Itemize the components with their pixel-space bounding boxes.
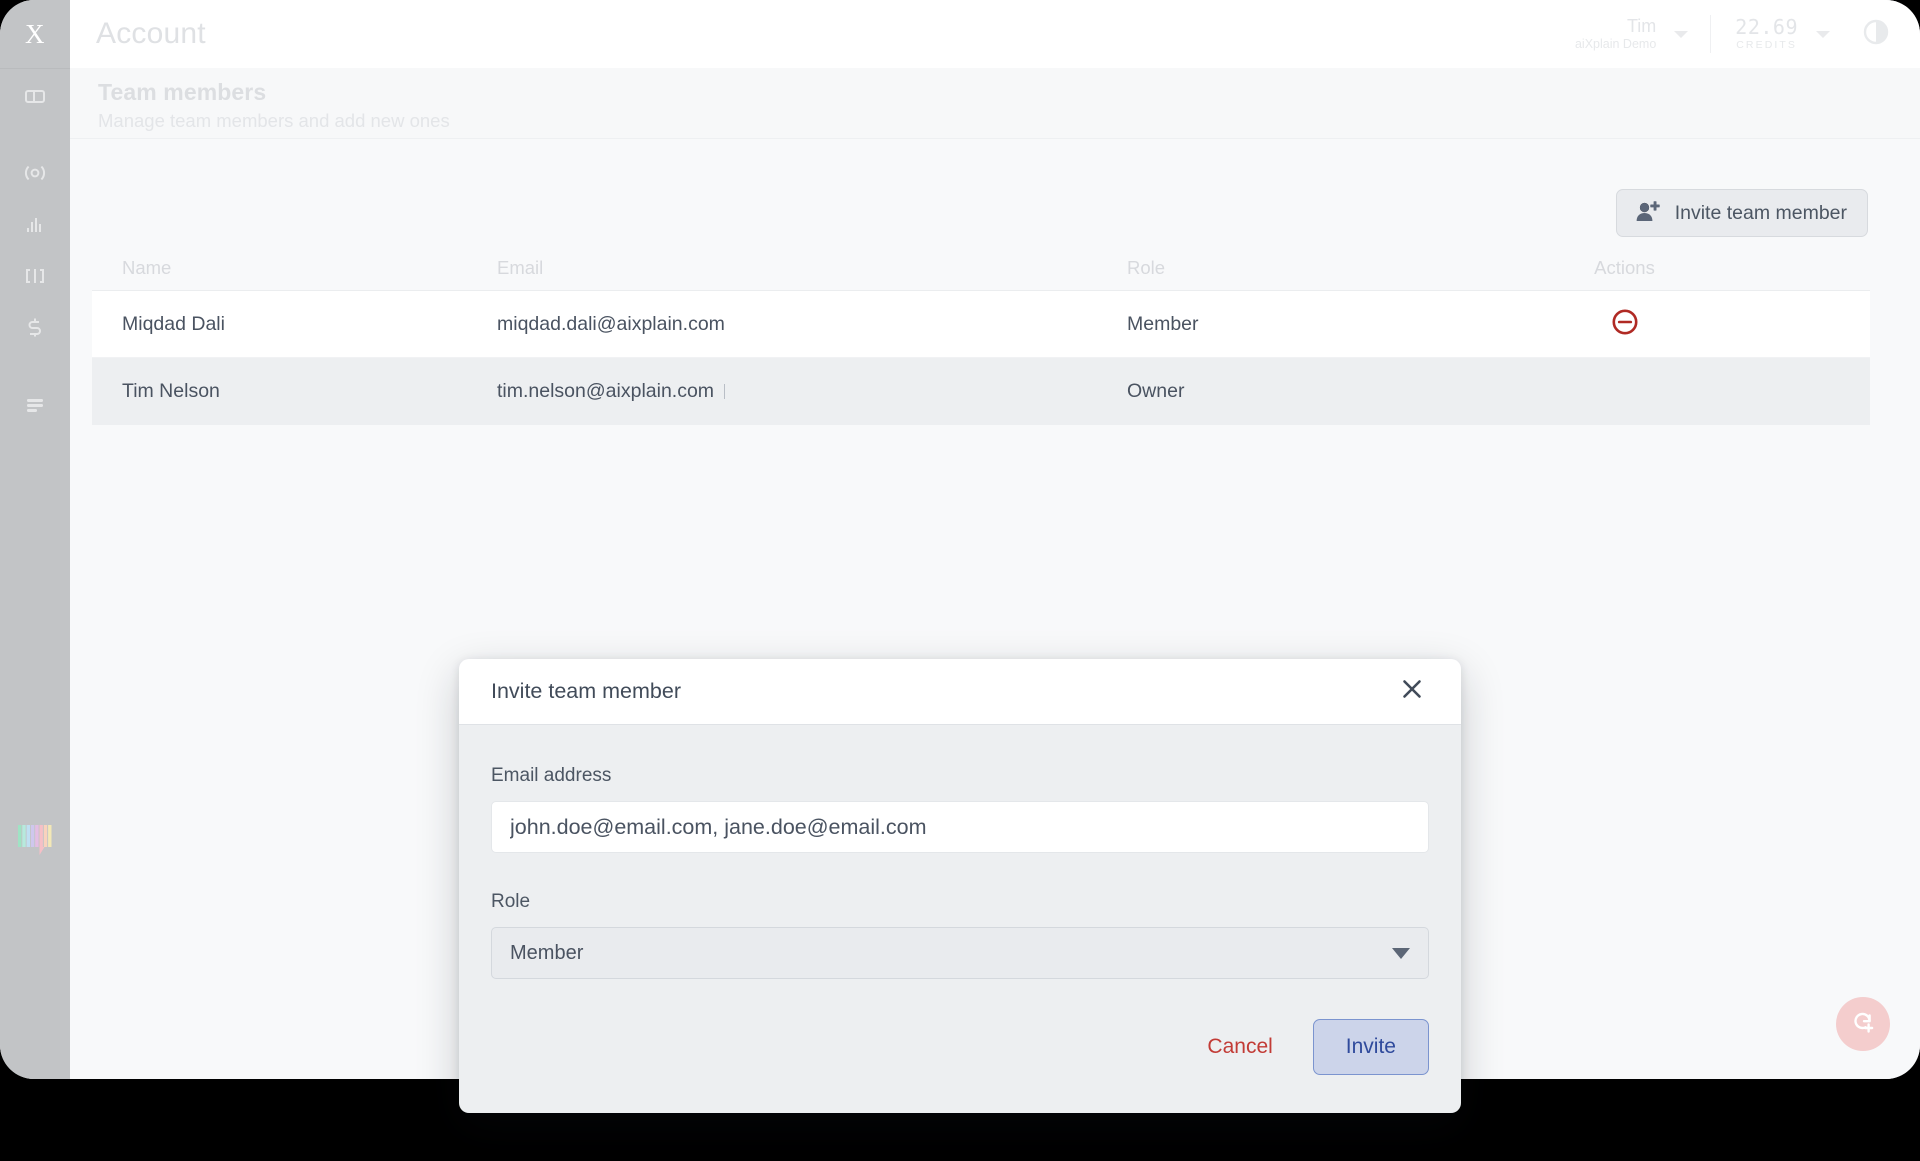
cell-name: Miqdad Dali (122, 312, 225, 335)
top-header: Account Tim aiXplain Demo 22.69 CREDITS (70, 0, 1920, 68)
sidebar-item-more[interactable] (0, 383, 70, 427)
dollar-swap-icon (24, 315, 46, 339)
email-field-label: Email address (491, 765, 612, 786)
role-selected-value: Member (510, 941, 584, 964)
chevron-down-icon (1392, 947, 1410, 959)
close-button[interactable] (1395, 675, 1429, 709)
cell-role: Owner (1127, 380, 1185, 402)
sidebar-item-pipelines[interactable] (0, 254, 70, 298)
modal-body: Email address Role Member (459, 725, 1461, 989)
sidebar-item-dashboard[interactable] (0, 74, 70, 118)
modal-header: Invite team member (459, 659, 1461, 725)
panels-layout-icon (23, 84, 47, 108)
account-text: Tim aiXplain Demo (1575, 16, 1656, 51)
account-name: Tim (1626, 16, 1657, 37)
close-x-icon (1400, 677, 1424, 706)
invite-team-member-button[interactable]: Invite team member (1615, 189, 1868, 237)
table-header-row: Name Email Role Actions (92, 245, 1870, 291)
page-heading-band: Team members Manage team members and add… (70, 68, 1920, 139)
account-org: aiXplain Demo (1574, 37, 1657, 52)
bar-chart-icon (24, 214, 46, 236)
remove-circle-minus-icon (1610, 307, 1640, 342)
remove-member-button[interactable] (1610, 309, 1640, 339)
cell-email-text: tim.nelson@aixplain.com (497, 380, 715, 402)
account-switcher[interactable]: Tim aiXplain Demo (1571, 16, 1704, 51)
contrast-half-circle-icon (1863, 19, 1889, 50)
text-caret (724, 384, 726, 399)
sidebar-item-billing[interactable] (0, 305, 70, 349)
team-members-table: Name Email Role Actions Miqdad Dali miqd… (92, 245, 1870, 425)
cell-email: tim.nelson@aixplain.com (497, 380, 1127, 403)
role-field-label: Role (491, 891, 531, 912)
app-logo[interactable]: X (0, 0, 70, 68)
cancel-button[interactable]: Cancel (1189, 1025, 1290, 1069)
sidebar-rail: X (0, 0, 70, 1079)
chevron-down-icon (1674, 30, 1689, 38)
column-header-role: Role (1127, 256, 1166, 278)
page-title: Account (96, 17, 206, 50)
target-radio-icon (22, 161, 48, 185)
credits-text: 22.69 CREDITS (1735, 15, 1798, 52)
cell-name: Tim Nelson (122, 380, 220, 402)
column-header-name: Name (122, 256, 172, 278)
pipeline-nodes-icon (22, 265, 48, 287)
sidebar-divider (0, 68, 70, 69)
section-title: Team members (98, 79, 267, 105)
aixplain-bars-logo (17, 823, 53, 857)
credits-label: CREDITS (1736, 39, 1798, 52)
credits-value: 22.69 (1735, 15, 1798, 40)
menu-lines-icon (24, 396, 46, 414)
header-right-group: Tim aiXplain Demo 22.69 CREDITS (1571, 0, 1920, 68)
cell-role: Member (1127, 312, 1199, 335)
person-plus-icon (1635, 200, 1661, 227)
table-row: Tim Nelson tim.nelson@aixplain.com Owner (92, 358, 1870, 425)
new-session-fab[interactable] (1836, 997, 1890, 1051)
modal-footer: Cancel Invite (459, 989, 1461, 1113)
modal-title: Invite team member (491, 679, 681, 703)
header-divider (1710, 15, 1712, 53)
section-subtitle: Manage team members and add new ones (98, 110, 450, 131)
refresh-plus-icon (1849, 1008, 1877, 1041)
credits-menu[interactable]: 22.69 CREDITS (1717, 16, 1844, 51)
invite-team-member-label: Invite team member (1674, 201, 1847, 224)
field-spacer (491, 853, 1429, 891)
table-row: Miqdad Dali miqdad.dali@aixplain.com Mem… (92, 291, 1870, 358)
role-select[interactable]: Member (491, 927, 1429, 979)
column-header-actions: Actions (1594, 256, 1655, 278)
chevron-down-icon (1816, 30, 1830, 38)
cell-email: miqdad.dali@aixplain.com (497, 312, 725, 335)
sidebar-item-discover[interactable] (0, 151, 70, 195)
invite-submit-button[interactable]: Invite (1312, 1019, 1429, 1075)
invite-team-member-modal: Invite team member Email address Role Me… (459, 659, 1461, 1113)
sidebar-item-benchmark[interactable] (0, 203, 70, 247)
column-header-email: Email (497, 256, 544, 278)
email-field[interactable] (491, 801, 1429, 853)
theme-toggle-button[interactable] (1854, 12, 1898, 56)
cell-actions (1427, 309, 1840, 339)
